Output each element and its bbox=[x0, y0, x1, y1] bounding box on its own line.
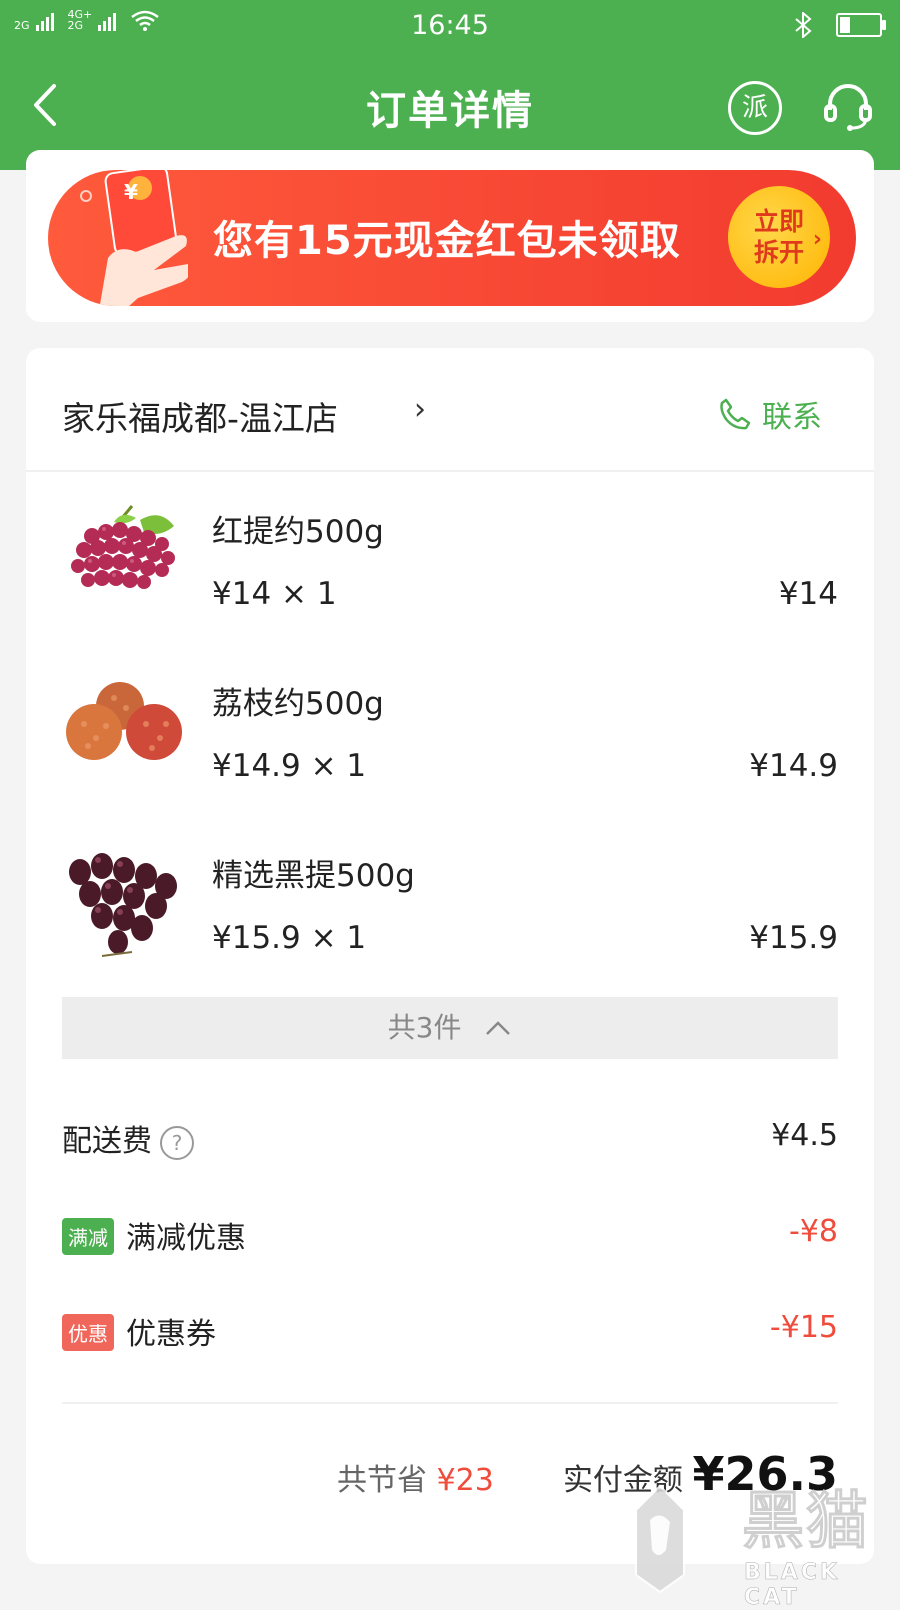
bluetooth-icon bbox=[795, 12, 812, 38]
full-reduction-label: 满减优惠 bbox=[126, 1221, 246, 1256]
coupon-row: 优惠 优惠券 bbox=[62, 1309, 216, 1354]
clock: 16:45 bbox=[411, 10, 489, 41]
chevron-right-icon: › bbox=[812, 227, 822, 252]
open-now-button[interactable]: 立即 拆开 › bbox=[728, 186, 830, 288]
dispatch-button[interactable]: 派 bbox=[728, 81, 782, 135]
lychee-image bbox=[66, 682, 182, 760]
watermark-subtext: BLACK CAT bbox=[744, 1560, 841, 1610]
help-icon[interactable]: ? bbox=[160, 1125, 194, 1160]
saved-value: ¥23 bbox=[436, 1463, 494, 1498]
contact-button[interactable]: 联系 bbox=[718, 392, 822, 436]
chevron-right-icon[interactable]: › bbox=[414, 392, 426, 427]
item-unit-qty: ¥15.9 × 1 bbox=[212, 920, 367, 956]
status-right bbox=[792, 12, 886, 38]
item-total: ¥14.9 bbox=[749, 748, 838, 784]
chevron-up-icon bbox=[486, 1021, 511, 1035]
dispatch-icon: 派 bbox=[741, 93, 768, 123]
banner-text: 您有15元现金红包未领取 bbox=[213, 218, 681, 264]
coupon-value: -¥15 bbox=[769, 1310, 838, 1345]
item-name: 精选黑提500g bbox=[212, 858, 415, 894]
item-unit-qty: ¥14 × 1 bbox=[212, 576, 337, 612]
full-reduction-tag: 满减 bbox=[62, 1218, 114, 1255]
full-reduction-row: 满减 满减优惠 bbox=[62, 1213, 246, 1258]
delivery-fee-row: 配送费? bbox=[62, 1116, 194, 1160]
item-total: ¥14 bbox=[778, 576, 838, 612]
store-name[interactable]: 家乐福成都-温江店 bbox=[62, 392, 338, 440]
envelope-symbol: ¥ bbox=[124, 180, 138, 204]
battery-icon bbox=[836, 13, 886, 37]
item-name: 荔枝约500g bbox=[212, 686, 384, 722]
item-unit-qty: ¥14.9 × 1 bbox=[212, 748, 367, 784]
item-count-toggle[interactable]: 共3件 bbox=[62, 997, 838, 1059]
delivery-fee-value: ¥4.5 bbox=[771, 1118, 838, 1153]
delivery-fee-label: 配送费 bbox=[62, 1124, 152, 1159]
item-count-label: 共3件 bbox=[387, 1011, 462, 1044]
contact-label: 联系 bbox=[762, 400, 822, 435]
saved-label: 共节省 bbox=[337, 1463, 428, 1498]
coupon-label: 优惠券 bbox=[126, 1317, 216, 1352]
divider bbox=[62, 1402, 838, 1404]
coupon-tag: 优惠 bbox=[62, 1314, 114, 1351]
watermark-text: 黑猫 bbox=[741, 1484, 871, 1558]
full-reduction-value: -¥8 bbox=[789, 1214, 838, 1249]
customer-service-icon[interactable] bbox=[820, 78, 876, 134]
divider bbox=[26, 470, 874, 472]
status-bar: 2G 4G+ 2G 16:45 bbox=[0, 0, 900, 50]
item-name: 红提约500g bbox=[212, 514, 384, 550]
item-total: ¥15.9 bbox=[749, 920, 838, 956]
black-grape-image bbox=[69, 853, 177, 957]
red-packet-banner[interactable]: ¥ 您有15元现金红包未领取 立即 拆开 › bbox=[48, 170, 856, 306]
phone-icon bbox=[720, 398, 751, 430]
red-grape-image bbox=[71, 505, 175, 589]
